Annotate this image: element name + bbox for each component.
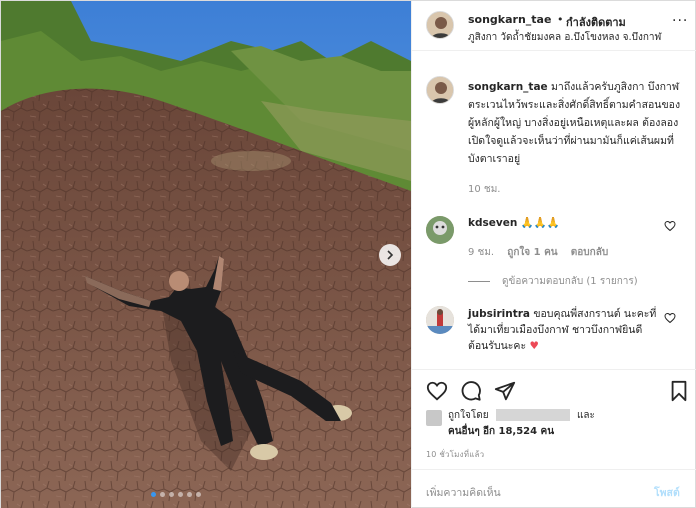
commenter-avatar[interactable] xyxy=(426,306,454,334)
liker-username-blurred[interactable] xyxy=(495,409,570,421)
others-label[interactable]: คนอื่นๆ xyxy=(448,426,480,437)
caption-body: มาถึงแล้วครับภูสิงกา บึงกาฬ ตระเวนไหว้พร… xyxy=(468,81,681,165)
view-replies-label: ดูข้อความตอบกลับ (1 รายการ) xyxy=(502,276,638,287)
photo-scene xyxy=(1,1,411,508)
liked-by-and: และ xyxy=(576,410,595,421)
carousel-dot xyxy=(169,492,174,497)
carousel-dot xyxy=(187,492,192,497)
post-photo[interactable] xyxy=(1,1,411,508)
post-location[interactable]: ภูสิงกา วัดถ้ำชัยมงคล อ.บึงโขงหลง จ.บึงก… xyxy=(468,30,661,45)
next-photo-button[interactable] xyxy=(379,244,401,266)
carousel-dot-active xyxy=(151,492,156,497)
liker-avatar[interactable] xyxy=(426,410,442,426)
share-icon[interactable] xyxy=(494,380,516,402)
caption-username[interactable]: songkarn_tae xyxy=(468,81,548,93)
commenter-avatar[interactable] xyxy=(426,216,454,244)
comments-list[interactable]: songkarn_tae มาถึงแล้วครับภูสิงกา บึงกาฬ… xyxy=(412,52,696,368)
post-header: songkarn_tae • กำลังติดตาม ภูสิงกา วัดถ้… xyxy=(412,1,696,51)
comment-input[interactable]: เพิ่มความคิดเห็น xyxy=(426,484,501,501)
liked-by-prefix: ถูกใจโดย xyxy=(448,410,489,421)
liked-by-line: ถูกใจโดย และ xyxy=(448,408,595,423)
caption-text: songkarn_tae มาถึงแล้วครับภูสิงกา บึงกาฬ… xyxy=(468,78,682,168)
chevron-right-icon xyxy=(385,250,395,260)
post-timestamp[interactable]: 10 ชั่วโมงที่แล้ว xyxy=(426,448,484,461)
author-avatar[interactable] xyxy=(426,11,454,39)
comment-meta: 9 ชม. ถูกใจ 1 คน ตอบกลับ xyxy=(468,245,618,260)
comment-text: jubsirintra ขอบคุณพี่สงกรานต์ นะคะที่ ได… xyxy=(468,306,668,354)
caption-timestamp[interactable]: 10 ชม. xyxy=(468,182,500,197)
post-side-panel: songkarn_tae • กำลังติดตาม ภูสิงกา วัดถ้… xyxy=(411,1,696,508)
comment-heart-icon[interactable] xyxy=(664,220,676,232)
comment-icon[interactable] xyxy=(460,380,482,402)
header-separator: • xyxy=(557,13,564,26)
more-horizontal-icon[interactable]: ··· xyxy=(672,13,688,29)
heart-icon[interactable] xyxy=(426,380,448,402)
comment-body: 🙏🙏🙏 xyxy=(520,217,560,229)
caption-avatar[interactable] xyxy=(426,76,454,104)
carousel-indicator xyxy=(151,492,201,497)
post-window: songkarn_tae • กำลังติดตาม ภูสิงกา วัดถ้… xyxy=(0,0,696,508)
red-heart-emoji: ♥ xyxy=(529,340,539,352)
post-comment-button[interactable]: โพสต์ xyxy=(654,484,680,501)
carousel-dot xyxy=(196,492,201,497)
following-button[interactable]: กำลังติดตาม xyxy=(566,13,626,31)
view-replies-button[interactable]: ดูข้อความตอบกลับ (1 รายการ) xyxy=(468,274,638,289)
others-count[interactable]: อีก 18,524 คน xyxy=(483,426,554,437)
carousel-dot xyxy=(178,492,183,497)
comment-text: kdseven 🙏🙏🙏 xyxy=(468,216,560,229)
comment-reply-button[interactable]: ตอบกลับ xyxy=(571,247,608,258)
comment-heart-icon[interactable] xyxy=(664,312,676,324)
carousel-dot xyxy=(160,492,165,497)
others-likes-line[interactable]: คนอื่นๆ อีก 18,524 คน xyxy=(448,424,554,439)
bookmark-icon[interactable] xyxy=(668,380,690,402)
comment-username[interactable]: jubsirintra xyxy=(468,308,530,320)
reply-divider xyxy=(468,281,490,282)
add-comment-bar: เพิ่มความคิดเห็น โพสต์ xyxy=(412,469,696,508)
author-username[interactable]: songkarn_tae xyxy=(468,13,551,26)
comment-like-count[interactable]: ถูกใจ 1 คน xyxy=(507,247,557,258)
comment-timestamp[interactable]: 9 ชม. xyxy=(468,247,494,258)
comment-username[interactable]: kdseven xyxy=(468,217,517,229)
